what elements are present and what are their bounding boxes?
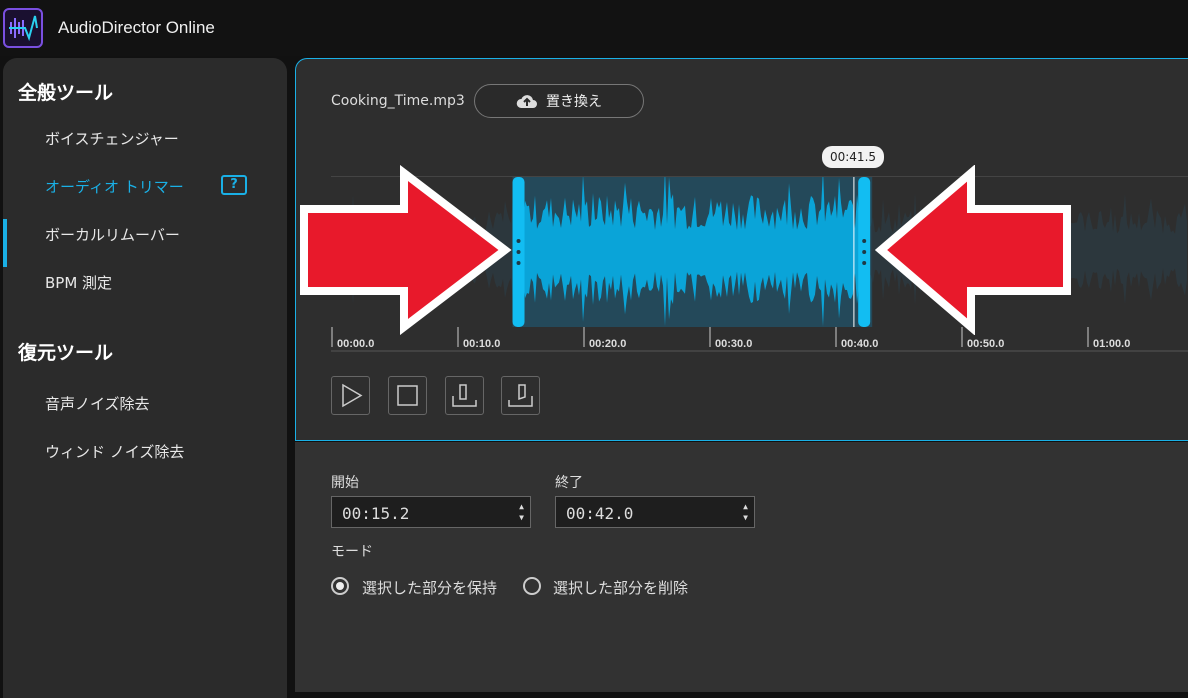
radio-keep-selection[interactable] xyxy=(331,577,349,595)
sidebar: 全般ツール ボイスチェンジャー オーディオ トリマー ? ボーカルリムーバー B… xyxy=(3,58,287,698)
sidebar-item-voice-changer[interactable]: ボイスチェンジャー xyxy=(45,128,179,149)
end-spinner[interactable]: ▲ ▼ xyxy=(743,501,748,523)
end-label: 終了 xyxy=(555,475,583,491)
mode-label: モード xyxy=(331,544,373,560)
tutorial-video-icon[interactable]: ? xyxy=(221,175,247,195)
timeline-tick-label: 00:20.0 xyxy=(589,338,626,350)
timeline-tick-label: 01:00.0 xyxy=(1093,338,1130,350)
file-name: Cooking_Time.mp3 xyxy=(331,93,465,109)
end-time-value: 00:42.0 xyxy=(566,504,634,523)
stop-button[interactable] xyxy=(388,376,427,415)
keep-selection-label[interactable]: 選択した部分を保持 xyxy=(362,577,497,598)
set-end-button[interactable] xyxy=(501,376,540,415)
start-time-input[interactable]: 00:15.2 ▲ ▼ xyxy=(331,496,531,528)
sidebar-item-noise-removal[interactable]: 音声ノイズ除去 xyxy=(45,393,150,414)
active-indicator xyxy=(3,219,7,267)
cloud-upload-icon xyxy=(516,95,537,108)
handle-grip-dot xyxy=(862,239,867,243)
replace-label: 置き換え xyxy=(546,94,602,110)
play-button[interactable] xyxy=(331,376,370,415)
timeline-tick-label: 00:40.0 xyxy=(841,338,878,350)
end-time-input[interactable]: 00:42.0 ▲ ▼ xyxy=(555,496,755,528)
handle-grip-dot xyxy=(862,250,867,254)
timeline-tick-label: 00:10.0 xyxy=(463,338,500,350)
sidebar-item-wind-noise-removal[interactable]: ウィンド ノイズ除去 xyxy=(45,441,184,462)
sidebar-item-audio-trimmer[interactable]: オーディオ トリマー xyxy=(45,176,184,197)
app-logo-icon xyxy=(3,8,43,48)
red-arrow-left-annotation xyxy=(875,165,1071,335)
timeline-tick-label: 00:00.0 xyxy=(337,338,374,350)
section-title-general: 全般ツール xyxy=(18,82,114,104)
handle-grip-dot xyxy=(862,261,867,265)
sidebar-item-vocal-remover[interactable]: ボーカルリムーバー xyxy=(45,224,180,245)
set-start-button[interactable] xyxy=(445,376,484,415)
app-title: AudioDirector Online xyxy=(58,18,215,37)
radio-delete-selection[interactable] xyxy=(523,577,541,595)
timeline-tick-label: 00:30.0 xyxy=(715,338,752,350)
section-title-restore: 復元ツール xyxy=(18,342,114,364)
replace-button[interactable]: 置き換え xyxy=(474,84,644,118)
start-time-value: 00:15.2 xyxy=(342,504,410,523)
start-label: 開始 xyxy=(331,475,359,491)
timeline-tick-label: 00:50.0 xyxy=(967,338,1004,350)
delete-selection-label[interactable]: 選択した部分を削除 xyxy=(553,577,688,598)
start-spinner[interactable]: ▲ ▼ xyxy=(519,501,524,523)
settings-panel xyxy=(295,442,1188,692)
red-arrow-right-annotation xyxy=(300,165,512,335)
sidebar-item-bpm[interactable]: BPM 測定 xyxy=(45,272,112,293)
